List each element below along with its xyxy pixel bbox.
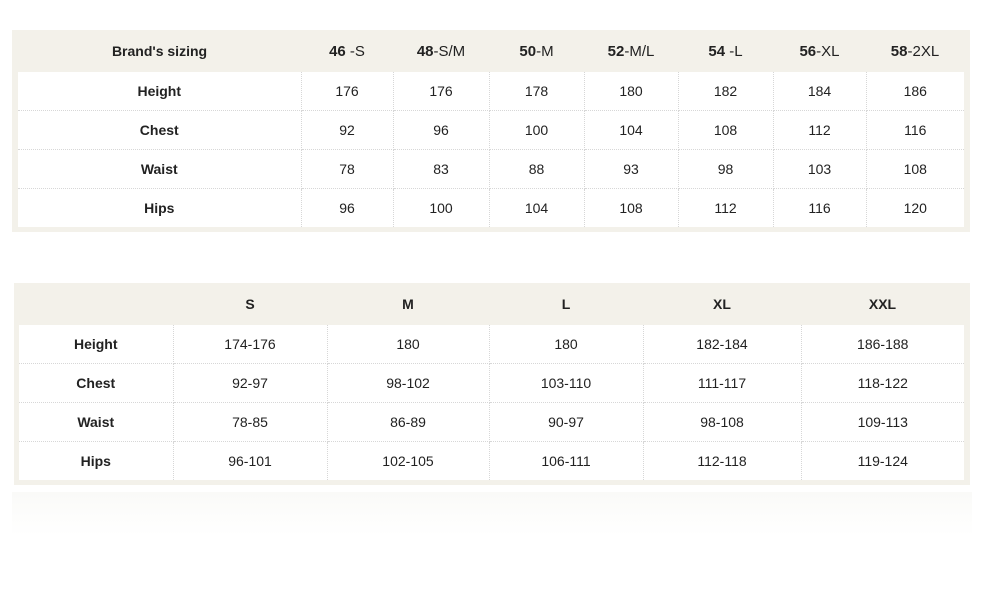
table-cell: 178	[489, 72, 585, 111]
table-cell: 186	[866, 72, 964, 111]
table-row-height: Height 174-176 180 180 182-184 186-188	[19, 325, 964, 364]
table-row-chest: Chest 92-97 98-102 103-110 111-117 118-1…	[19, 363, 964, 403]
brand-size-grid: Brand's sizing 46 -S 48-S/M 50-M 52-M/L …	[18, 30, 964, 227]
column-header-empty	[19, 283, 173, 325]
column-header-size: 46 -S	[301, 30, 393, 72]
table-cell: 112-118	[643, 441, 802, 480]
table-cell: 120	[866, 188, 964, 227]
table-cell: 116	[773, 188, 867, 227]
table-cell: 83	[393, 149, 490, 189]
table-cell: 103-110	[489, 363, 644, 403]
table-cell: 186-188	[801, 325, 964, 364]
row-label: Chest	[19, 363, 174, 403]
row-label: Waist	[19, 402, 174, 442]
header-row: S M L XL XXL	[19, 283, 964, 325]
table-cell: 174-176	[173, 325, 328, 364]
table-row-waist: Waist 78-85 86-89 90-97 98-108 109-113	[19, 402, 964, 442]
table-cell: 104	[489, 188, 585, 227]
table-cell: 78	[301, 149, 394, 189]
standard-size-grid: S M L XL XXL Height 174-176 180 180 182-…	[19, 283, 964, 480]
table-cell: 98	[678, 149, 774, 189]
table-cell: 96-101	[173, 441, 328, 480]
table-cell: 96	[301, 188, 394, 227]
column-header-size: XXL	[801, 283, 964, 325]
row-label: Chest	[18, 110, 302, 150]
column-header-size: 58-2XL	[866, 30, 964, 72]
row-label: Hips	[19, 441, 174, 480]
table-cell: 88	[489, 149, 585, 189]
row-label: Waist	[18, 149, 302, 189]
table-cell: 86-89	[327, 402, 490, 442]
column-header-size: 54 -L	[678, 30, 773, 72]
table-cell: 180	[489, 325, 644, 364]
row-label: Height	[18, 72, 302, 111]
table-row-chest: Chest 92 96 100 104 108 112 116	[18, 110, 964, 150]
table-cell: 102-105	[327, 441, 490, 480]
column-header-size: S	[173, 283, 327, 325]
table-cell: 184	[773, 72, 867, 111]
column-header-size: 56-XL	[773, 30, 866, 72]
table-cell: 92	[301, 110, 394, 150]
table-cell: 90-97	[489, 402, 644, 442]
header-row: Brand's sizing 46 -S 48-S/M 50-M 52-M/L …	[18, 30, 964, 72]
table-cell: 180	[584, 72, 679, 111]
table-cell: 112	[773, 110, 867, 150]
table-cell: 180	[327, 325, 490, 364]
table-cell: 96	[393, 110, 490, 150]
table-cell: 108	[584, 188, 679, 227]
table-cell: 116	[866, 110, 964, 150]
table-cell: 103	[773, 149, 867, 189]
row-label: Hips	[18, 188, 302, 227]
table-row-hips: Hips 96-101 102-105 106-111 112-118 119-…	[19, 441, 964, 480]
table-cell: 100	[393, 188, 490, 227]
brand-size-table: Brand's sizing 46 -S 48-S/M 50-M 52-M/L …	[12, 30, 970, 232]
table-cell: 176	[393, 72, 490, 111]
table-cell: 106-111	[489, 441, 644, 480]
table-row-waist: Waist 78 83 88 93 98 103 108	[18, 149, 964, 189]
row-label: Height	[19, 325, 174, 364]
column-header-size: M	[327, 283, 489, 325]
table-cell: 78-85	[173, 402, 328, 442]
table-cell: 119-124	[801, 441, 964, 480]
table-cell: 111-117	[643, 363, 802, 403]
bottom-fade-panel	[12, 492, 972, 536]
column-header-brands-sizing: Brand's sizing	[18, 30, 301, 72]
table-cell: 118-122	[801, 363, 964, 403]
table-cell: 93	[584, 149, 679, 189]
table-cell: 112	[678, 188, 774, 227]
table-cell: 108	[678, 110, 774, 150]
column-header-size: 52-M/L	[584, 30, 678, 72]
table-cell: 92-97	[173, 363, 328, 403]
column-header-size: L	[489, 283, 643, 325]
table-cell: 182	[678, 72, 774, 111]
table-cell: 108	[866, 149, 964, 189]
standard-size-table: S M L XL XXL Height 174-176 180 180 182-…	[14, 283, 970, 485]
column-header-size: 50-M	[489, 30, 584, 72]
column-header-size: XL	[643, 283, 801, 325]
table-row-height: Height 176 176 178 180 182 184 186	[18, 72, 964, 111]
table-cell: 182-184	[643, 325, 802, 364]
table-cell: 109-113	[801, 402, 964, 442]
table-cell: 98-108	[643, 402, 802, 442]
table-cell: 176	[301, 72, 394, 111]
table-cell: 100	[489, 110, 585, 150]
table-row-hips: Hips 96 100 104 108 112 116 120	[18, 188, 964, 227]
column-header-size: 48-S/M	[393, 30, 489, 72]
table-cell: 104	[584, 110, 679, 150]
table-cell: 98-102	[327, 363, 490, 403]
